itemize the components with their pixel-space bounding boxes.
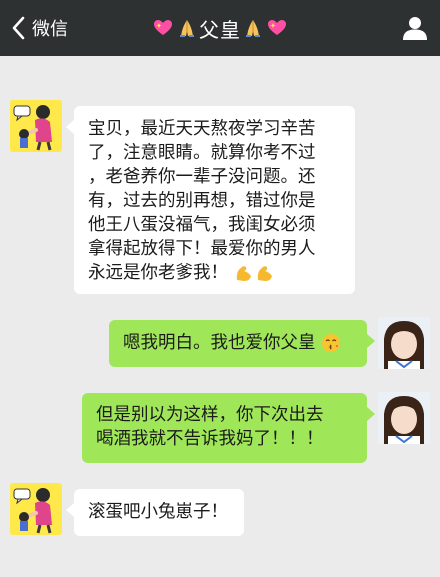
title-text: 父皇 [199,17,241,42]
avatar-me[interactable] [378,317,430,369]
flexed-biceps-icon [236,266,272,281]
message-line: 拿得起放得下！最爱你的男人 [88,239,316,259]
cartoon-dad-avatar-icon [10,483,62,535]
avatar-dad[interactable] [10,483,62,535]
message-line: 他王八蛋没福气，我闺女必须 [88,215,316,235]
sparkling-heart-icon [154,20,172,35]
nav-bar: 微信 父皇 [0,0,440,56]
message-bubble-outgoing[interactable]: 嗯我明白。我也爱你父皇 [109,320,375,367]
message-line: 了，注意眼睛。就算你考不过 [88,143,316,163]
message-line: 有，过去的别再想，错过你是 [88,191,316,211]
folded-hands-icon [180,20,194,37]
message-bubble-outgoing[interactable]: 但是别以为这样，你下次出去 喝酒我就不告诉我妈了！！！ [82,393,375,463]
message-bubble-incoming[interactable]: 滚蛋吧小兔崽子！ [66,489,244,536]
cartoon-dad-avatar-icon [10,100,62,152]
avatar-me[interactable] [378,392,430,444]
message-line: 宝贝，最近天天熬夜学习辛苦 [88,119,316,139]
kissing-face-icon [322,334,341,352]
avatar-dad[interactable] [10,100,62,152]
message-line: 嗯我明白。我也爱你父皇 [123,333,316,353]
sparkling-heart-icon [268,20,286,35]
message-line: 喝酒我就不告诉我妈了！！！ [96,429,324,449]
message-line: 但是别以为这样，你下次出去 [96,405,324,425]
folded-hands-icon [246,20,260,37]
user-photo-avatar-icon [378,317,430,369]
back-label: 微信 [32,19,68,40]
user-photo-avatar-icon [378,392,430,444]
chat-title: 父皇 [130,14,310,42]
message-line: 永远是你老爹我！ [88,263,228,283]
back-button[interactable]: 微信 [8,13,68,43]
chat-info-user-icon[interactable] [402,16,428,40]
chevron-left-icon [12,16,25,40]
message-line: ，老爸养你一辈子没问题。还 [88,167,316,187]
message-line: 滚蛋吧小兔崽子！ [88,502,228,522]
message-bubble-incoming[interactable]: 宝贝，最近天天熬夜学习辛苦 了，注意眼睛。就算你考不过 ，老爸养你一辈子没问题。… [66,106,355,294]
